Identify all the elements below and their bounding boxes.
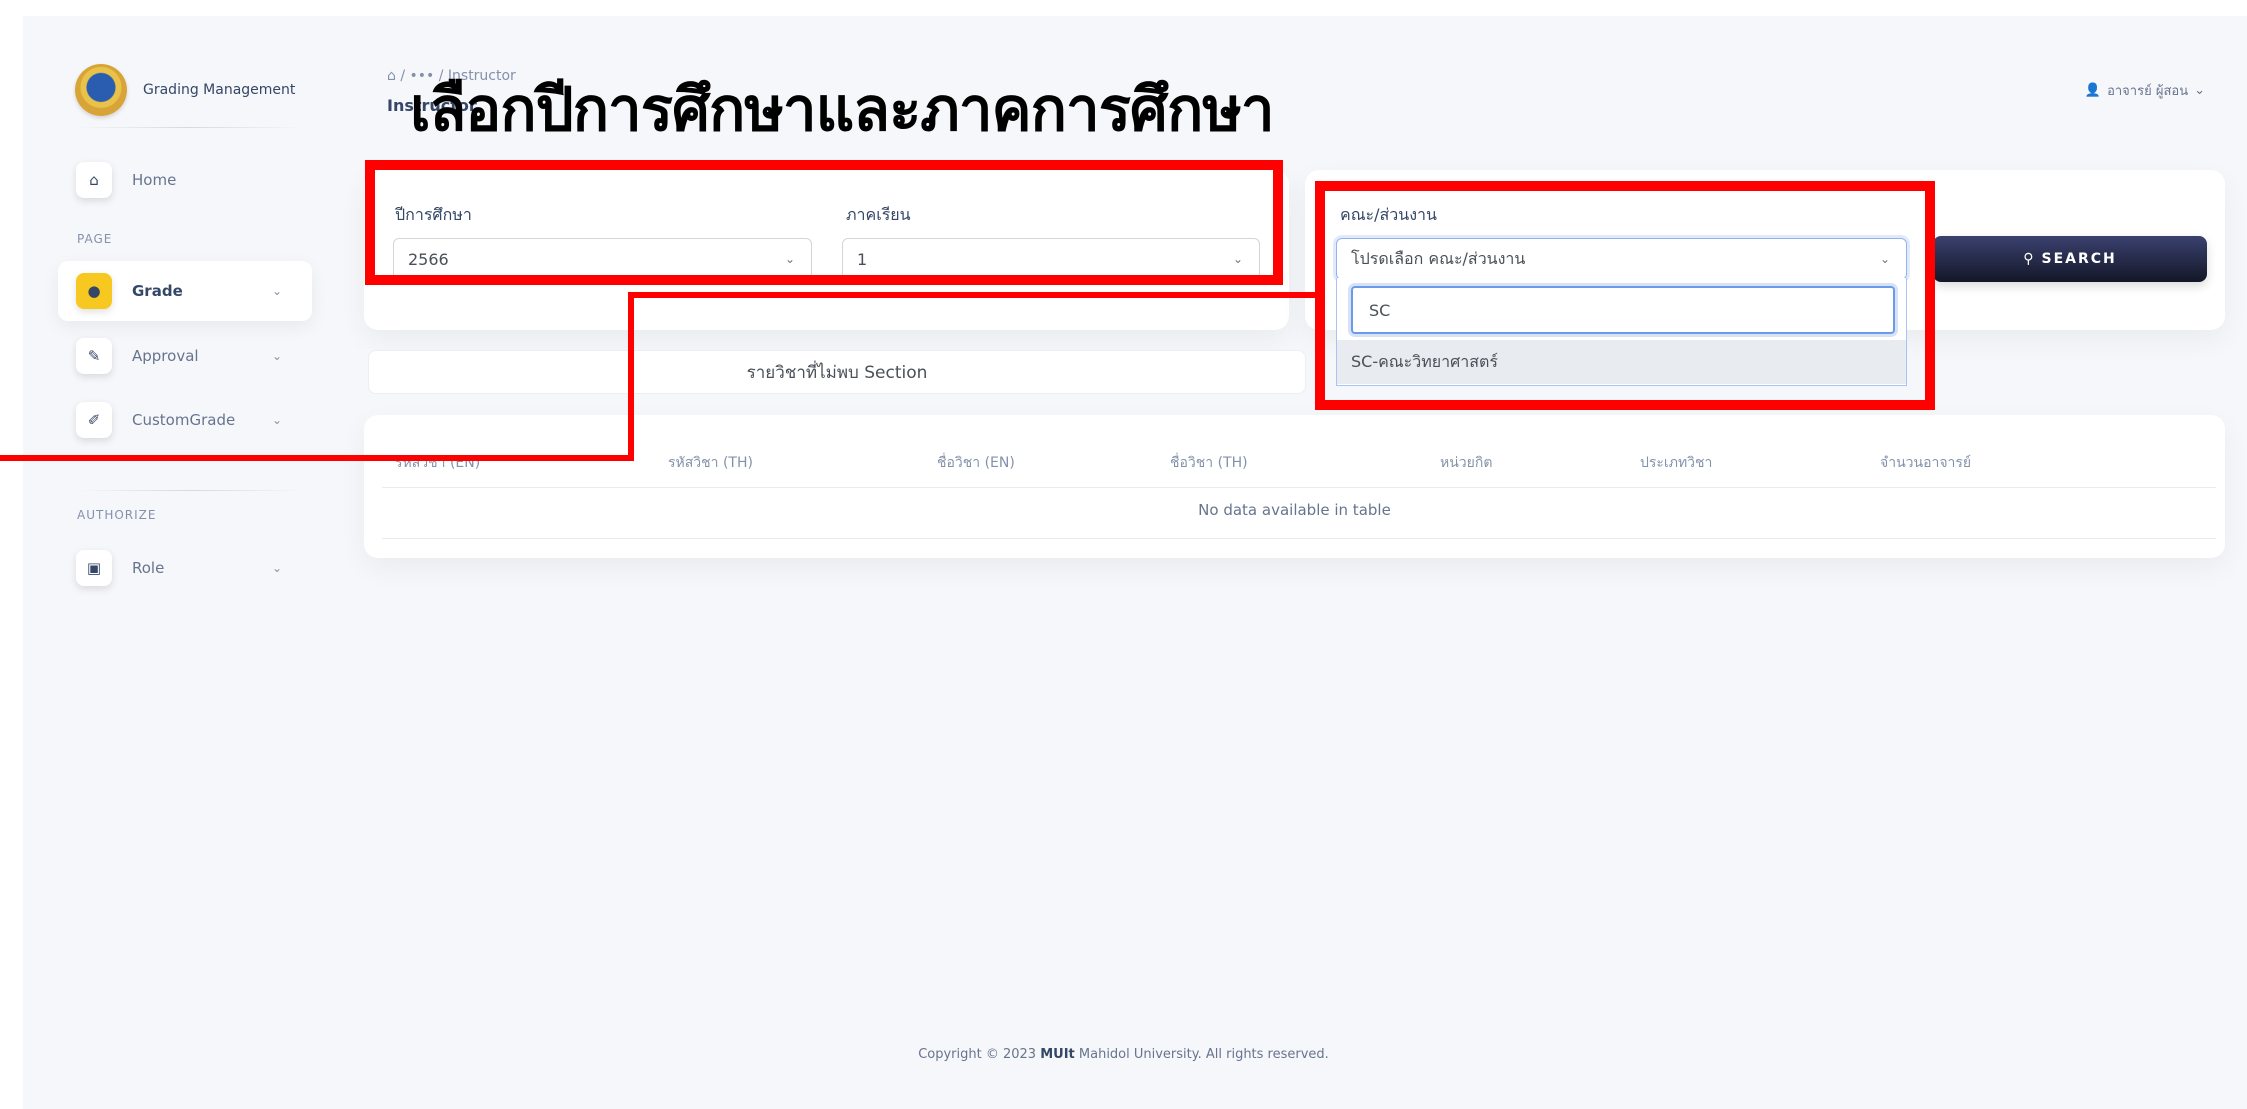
app-root: Grading Management ⌂ Home PAGE ● Grade ⌄… bbox=[0, 0, 2247, 1109]
sidebar-divider bbox=[75, 127, 305, 128]
col-header-type[interactable]: ประเภทวิชา bbox=[1640, 452, 1712, 474]
user-icon: 👤 bbox=[2084, 83, 2102, 98]
sidebar-item-label: Grade bbox=[132, 282, 183, 300]
sidebar-item-label: CustomGrade bbox=[132, 411, 236, 429]
edit-icon: ✐ bbox=[76, 402, 112, 438]
annotation-connector bbox=[0, 455, 634, 461]
university-logo bbox=[75, 64, 127, 116]
footer-prefix: Copyright © 2023 bbox=[918, 1047, 1037, 1062]
user-name: อาจารย์ ผู้สอน bbox=[2107, 84, 2189, 99]
sidebar-item-approval[interactable]: ✎ Approval ⌄ bbox=[58, 326, 312, 386]
role-icon: ▣ bbox=[76, 550, 112, 586]
grade-icon: ● bbox=[76, 273, 112, 309]
sidebar-item-label: Approval bbox=[132, 347, 199, 365]
sidebar-section-page: PAGE bbox=[77, 232, 113, 246]
annotation-box-faculty bbox=[1315, 181, 1935, 410]
col-header-code-th[interactable]: รหัสวิชา (TH) bbox=[668, 452, 753, 474]
sidebar-divider bbox=[75, 490, 305, 491]
sidebar-item-role[interactable]: ▣ Role ⌄ bbox=[58, 538, 312, 598]
user-menu[interactable]: 👤 อาจารย์ ผู้สอน ⌄ bbox=[2085, 80, 2205, 101]
approval-icon: ✎ bbox=[76, 338, 112, 374]
footer-brand: MUIt bbox=[1040, 1047, 1075, 1062]
col-header-name-th[interactable]: ชื่อวิชา (TH) bbox=[1170, 452, 1248, 474]
col-header-instructor-count[interactable]: จำนวนอาจารย์ bbox=[1880, 452, 1971, 474]
annotation-box-year-semester bbox=[365, 160, 1283, 285]
col-header-name-en[interactable]: ชื่อวิชา (EN) bbox=[937, 452, 1015, 474]
annotation-connector bbox=[628, 292, 634, 461]
chevron-down-icon: ⌄ bbox=[2194, 83, 2205, 98]
chevron-down-icon: ⌄ bbox=[272, 413, 283, 427]
sidebar-section-authorize: AUTHORIZE bbox=[77, 508, 157, 522]
chevron-down-icon: ⌄ bbox=[272, 349, 283, 363]
empty-table-message: No data available in table bbox=[1198, 501, 1391, 519]
sidebar-item-label: Role bbox=[132, 559, 165, 577]
search-button-label: SEARCH bbox=[2041, 251, 2117, 267]
sidebar-item-customgrade[interactable]: ✐ CustomGrade ⌄ bbox=[58, 390, 312, 450]
annotation-title: เลือกปีการศึกษาและภาคการศึกษา bbox=[410, 75, 1275, 145]
sidebar-item-home[interactable]: ⌂ Home bbox=[58, 150, 312, 210]
brand-name: Grading Management bbox=[143, 82, 296, 98]
chevron-down-icon: ⌄ bbox=[272, 284, 283, 298]
table-header-divider bbox=[382, 487, 2216, 488]
tab-label: รายวิชาที่ไม่พบ Section bbox=[746, 362, 928, 383]
col-header-credit[interactable]: หน่วยกิต bbox=[1440, 452, 1492, 474]
search-icon: ⚲ bbox=[2023, 251, 2036, 267]
footer-copyright: Copyright © 2023 MUIt Mahidol University… bbox=[0, 1047, 2247, 1062]
tab-missing-section[interactable]: รายวิชาที่ไม่พบ Section bbox=[368, 350, 1306, 394]
table-row-divider bbox=[382, 538, 2216, 539]
sidebar-item-label: Home bbox=[132, 171, 177, 189]
home-icon: ⌂ bbox=[76, 162, 112, 198]
chevron-down-icon: ⌄ bbox=[272, 561, 283, 575]
annotation-connector bbox=[628, 292, 1316, 298]
sidebar-brand[interactable]: Grading Management bbox=[75, 64, 295, 116]
footer-suffix: Mahidol University. All rights reserved. bbox=[1078, 1047, 1329, 1062]
search-button[interactable]: ⚲ SEARCH bbox=[1933, 236, 2207, 282]
sidebar-item-grade[interactable]: ● Grade ⌄ bbox=[58, 261, 312, 321]
